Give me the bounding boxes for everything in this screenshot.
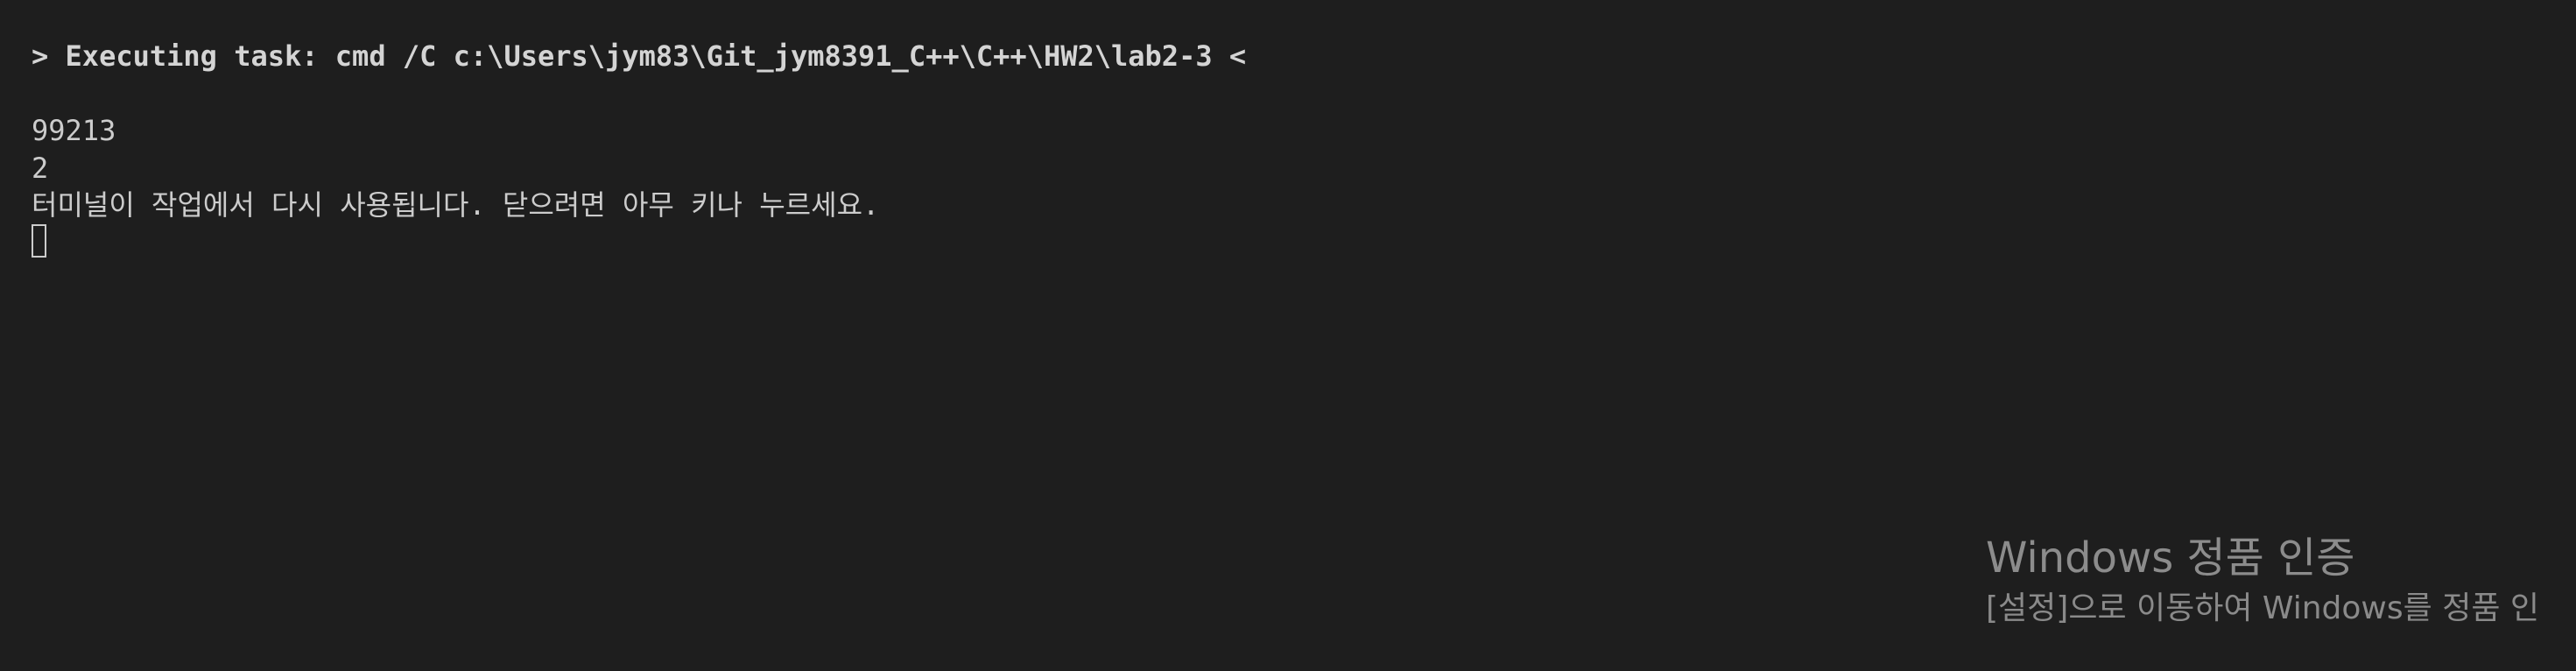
terminal-cursor	[32, 224, 46, 258]
output-line: 2	[32, 152, 49, 185]
watermark-title: Windows 정품 인증	[1986, 533, 2355, 583]
terminal-reuse-message: 터미널이 작업에서 다시 사용됩니다. 닫으려면 아무 키나 누르세요.	[32, 188, 880, 222]
output-line: 99213	[32, 114, 116, 147]
executing-task-line: > Executing task: cmd /C c:\Users\jym83\…	[32, 39, 1247, 73]
windows-activation-watermark: Windows 정품 인증 [설정]으로 이동하여 Windows를 정품 인	[1986, 531, 2539, 631]
terminal-panel[interactable]: > Executing task: cmd /C c:\Users\jym83\…	[0, 0, 2576, 671]
watermark-subtitle: [설정]으로 이동하여 Windows를 정품 인	[1986, 590, 2540, 626]
